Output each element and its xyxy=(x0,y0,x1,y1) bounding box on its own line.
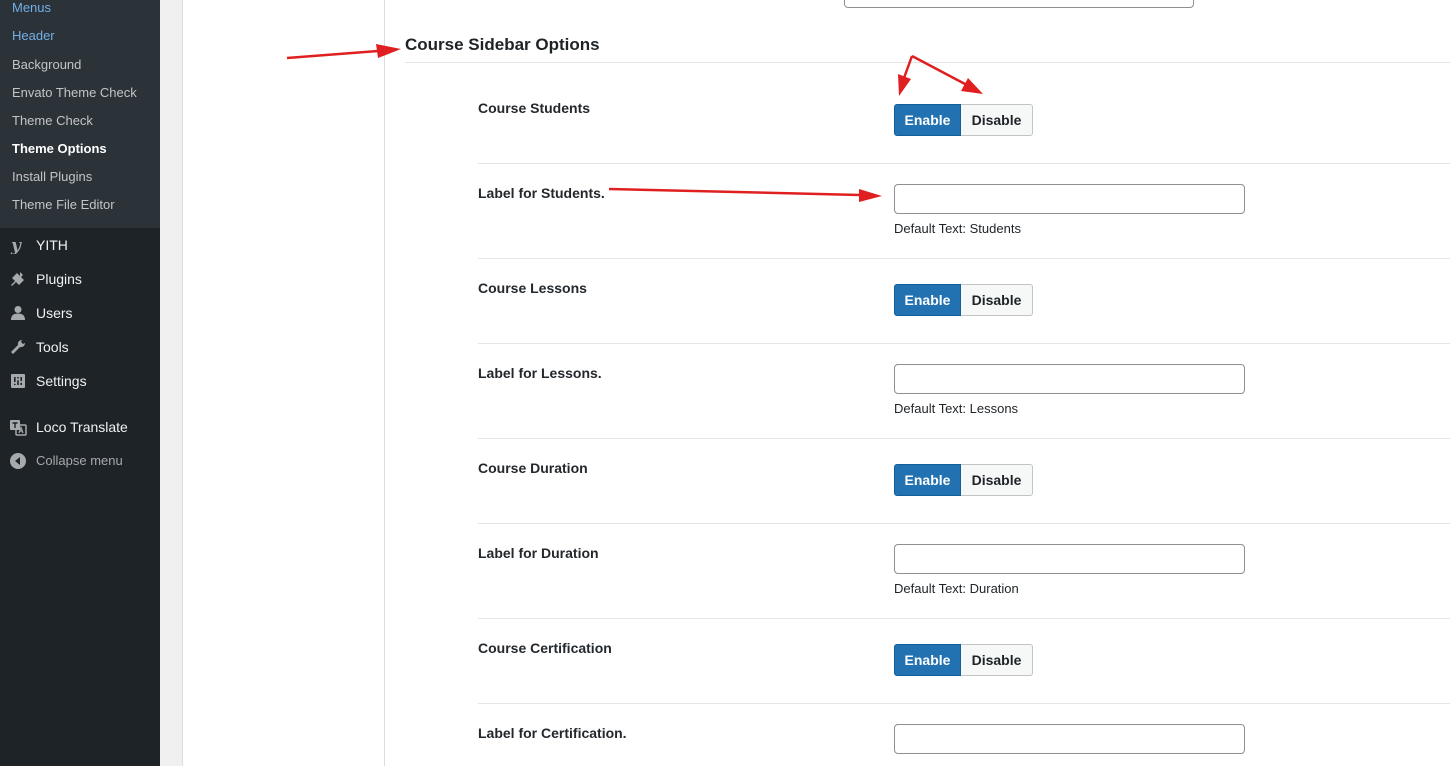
previous-text-field[interactable] xyxy=(844,0,1194,8)
menu-item-settings[interactable]: Settings xyxy=(0,366,160,396)
row-divider xyxy=(478,258,1450,259)
menu-label-collapse: Collapse menu xyxy=(36,453,123,468)
row-divider xyxy=(478,438,1450,439)
menu-item-users[interactable]: Users xyxy=(0,298,160,328)
row-divider xyxy=(478,163,1450,164)
label-for-duration-input[interactable] xyxy=(894,544,1245,574)
collapse-icon xyxy=(9,452,27,470)
submenu-item-header[interactable]: Header xyxy=(12,28,55,44)
row-divider xyxy=(478,343,1450,344)
course-duration-label: Course Duration xyxy=(478,460,588,476)
course-duration-enable-button[interactable]: Enable xyxy=(894,464,961,496)
course-students-toggle: Enable Disable xyxy=(894,104,1033,136)
content-gutter xyxy=(160,0,182,766)
course-students-enable-button[interactable]: Enable xyxy=(894,104,961,136)
course-lessons-enable-button[interactable]: Enable xyxy=(894,284,961,316)
course-certification-toggle: Enable Disable xyxy=(894,644,1033,676)
appearance-submenu: Menus Header Background Envato Theme Che… xyxy=(0,0,160,228)
label-for-certification-input[interactable] xyxy=(894,724,1245,754)
section-title: Course Sidebar Options xyxy=(405,35,600,54)
label-for-students-input[interactable] xyxy=(894,184,1245,214)
menu-item-loco-translate[interactable]: Loco Translate xyxy=(0,412,160,442)
submenu-item-background[interactable]: Background xyxy=(12,57,81,73)
course-duration-disable-button[interactable]: Disable xyxy=(961,464,1033,496)
row-divider xyxy=(478,618,1450,619)
label-for-lessons-help: Default Text: Lessons xyxy=(894,401,1019,416)
menu-item-plugins[interactable]: Plugins xyxy=(0,264,160,294)
plugins-icon xyxy=(9,270,27,288)
section-divider xyxy=(405,62,1450,63)
label-for-students-label: Label for Students. xyxy=(478,185,605,201)
course-certification-label: Course Certification xyxy=(478,640,612,656)
submenu-item-menus[interactable]: Menus xyxy=(12,0,51,16)
menu-label-users: Users xyxy=(36,305,73,321)
submenu-item-theme-options[interactable]: Theme Options xyxy=(12,141,107,157)
collapse-menu-button[interactable]: Collapse menu xyxy=(0,446,160,476)
label-for-duration-label: Label for Duration xyxy=(478,545,599,561)
menu-label-loco-translate: Loco Translate xyxy=(36,419,128,435)
submenu-item-install-plugins[interactable]: Install Plugins xyxy=(12,169,92,185)
menu-label-plugins: Plugins xyxy=(36,271,82,287)
course-lessons-disable-button[interactable]: Disable xyxy=(961,284,1033,316)
course-students-disable-button[interactable]: Disable xyxy=(961,104,1033,136)
course-certification-enable-button[interactable]: Enable xyxy=(894,644,961,676)
tools-icon xyxy=(9,338,27,356)
translate-icon xyxy=(9,418,27,436)
label-for-lessons-label: Label for Lessons. xyxy=(478,365,602,381)
menu-label-tools: Tools xyxy=(36,339,69,355)
menu-item-yith[interactable]: y YITH xyxy=(0,230,160,260)
label-for-duration-help: Default Text: Duration xyxy=(894,581,1019,596)
course-certification-disable-button[interactable]: Disable xyxy=(961,644,1033,676)
course-duration-toggle: Enable Disable xyxy=(894,464,1033,496)
menu-label-yith: YITH xyxy=(36,237,68,253)
menu-item-tools[interactable]: Tools xyxy=(0,332,160,362)
settings-icon xyxy=(9,372,27,390)
svg-text:y: y xyxy=(10,236,22,254)
course-students-label: Course Students xyxy=(478,100,591,116)
admin-sidebar: Menus Header Background Envato Theme Che… xyxy=(0,0,160,766)
course-lessons-label: Course Lessons xyxy=(478,280,587,296)
course-lessons-toggle: Enable Disable xyxy=(894,284,1033,316)
submenu-item-envato-theme-check[interactable]: Envato Theme Check xyxy=(12,85,137,101)
row-divider xyxy=(478,703,1450,704)
row-divider xyxy=(478,523,1450,524)
submenu-item-theme-check[interactable]: Theme Check xyxy=(12,113,93,129)
label-for-students-help: Default Text: Students xyxy=(894,221,1021,236)
label-for-certification-label: Label for Certification. xyxy=(478,725,627,741)
label-for-lessons-input[interactable] xyxy=(894,364,1245,394)
submenu-item-theme-file-editor[interactable]: Theme File Editor xyxy=(12,197,115,213)
menu-label-settings: Settings xyxy=(36,373,87,389)
users-icon xyxy=(9,304,27,322)
options-nav-panel xyxy=(182,0,384,766)
yith-icon: y xyxy=(9,236,27,254)
